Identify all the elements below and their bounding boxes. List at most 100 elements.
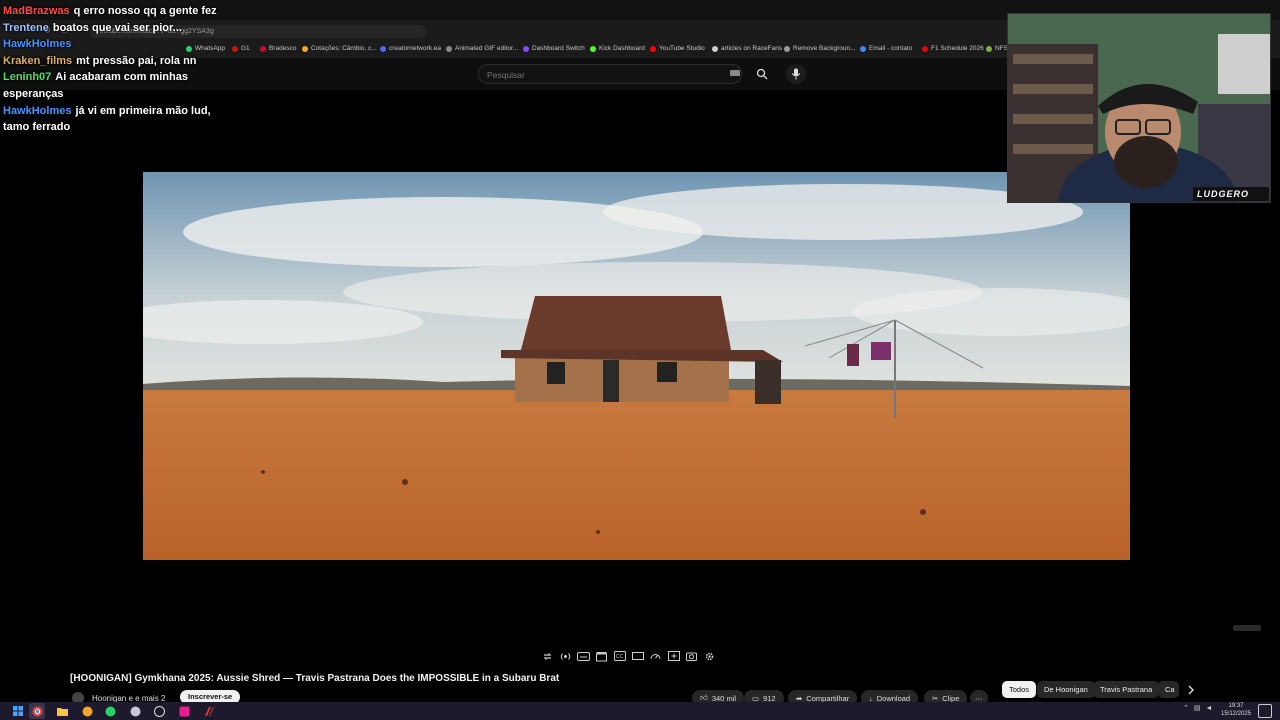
bookmark-label: Dashboard Switch	[532, 45, 585, 52]
chat-username: HawkHolmes	[3, 38, 72, 51]
loop-icon[interactable]	[540, 649, 555, 664]
bookmark-item[interactable]: creatornetwork.ea	[380, 45, 441, 52]
filter-chip[interactable]: Ca	[1158, 681, 1179, 698]
filter-chip[interactable]: De Hoonigan	[1037, 681, 1095, 698]
bookmark-favicon-icon	[986, 45, 992, 52]
chevron-up-icon[interactable]: ⌃	[1183, 704, 1189, 712]
bookmark-label: G1	[241, 45, 250, 52]
file-explorer-icon[interactable]	[54, 703, 70, 719]
captions-icon[interactable]: CC	[612, 649, 627, 664]
bookmark-item[interactable]: Animated GIF editor...	[446, 45, 518, 52]
webcam-feed	[1008, 14, 1270, 202]
taskbar	[0, 702, 1280, 720]
theater-mode-icon[interactable]	[630, 649, 645, 664]
bookmark-item[interactable]: Remove Backgroun...	[784, 45, 856, 52]
broadcast-icon[interactable]	[558, 649, 573, 664]
keyboard-icon[interactable]	[730, 70, 740, 76]
clapper-icon[interactable]	[594, 649, 609, 664]
bookmark-item[interactable]: articles on RaceFans	[712, 45, 782, 52]
chat-message: HawkHolmes já vi em primeira mão lud, tam…	[3, 103, 218, 136]
add-to-queue-icon[interactable]	[666, 649, 681, 664]
chat-message: Trentene boatos que vai ser pior...	[3, 20, 218, 37]
search-input[interactable]: Pesquisar	[478, 64, 742, 84]
bookmark-favicon-icon	[712, 45, 718, 52]
bookmark-item[interactable]: Cotações: Câmbio, c...	[302, 45, 377, 52]
bookmark-label: Cotações: Câmbio, c...	[311, 45, 377, 52]
clock-date: 15/12/2025	[1221, 711, 1252, 717]
chat-username: HawkHolmes	[3, 104, 72, 117]
chat-message: Kraken_films mt pressão pai, rola nn	[3, 53, 218, 70]
video-player[interactable]	[143, 172, 1130, 560]
bookmark-favicon-icon	[590, 45, 596, 52]
notification-center-icon[interactable]	[1258, 704, 1272, 718]
svg-text:CC: CC	[616, 654, 624, 660]
player-controls: CC	[540, 646, 717, 666]
chat-username: Leninh07	[3, 71, 52, 84]
video-watermark	[1233, 625, 1261, 631]
chat-message: HawkHolmes	[3, 36, 218, 53]
bookmark-favicon-icon	[260, 45, 266, 52]
filter-chip[interactable]: Todos	[1002, 681, 1037, 698]
chat-text: mt pressão pai, rola nn	[76, 54, 197, 67]
discord-icon[interactable]	[127, 703, 143, 719]
obs-icon[interactable]	[151, 703, 167, 719]
webcam-overlay	[1007, 13, 1271, 203]
settings-gear-icon[interactable]	[702, 649, 717, 664]
chat-message: Leninh07 Ai acabaram com minhas esperança…	[3, 69, 218, 102]
bookmark-label: F1 Schedule 2026	[931, 45, 984, 52]
speed-icon[interactable]	[648, 649, 663, 664]
system-tray: ⌃ ▤ ◄	[1183, 704, 1213, 713]
app-red-icon[interactable]	[201, 703, 217, 719]
network-icon[interactable]: ▤	[1194, 704, 1201, 712]
search-button[interactable]	[750, 64, 774, 84]
bookmark-favicon-icon	[922, 45, 928, 52]
bookmark-label: Bradesco	[269, 45, 297, 52]
bookmark-item[interactable]: Dashboard Switch	[523, 45, 585, 52]
chat-text: boatos que vai ser pior...	[52, 21, 182, 34]
clock-time: 19:37	[1228, 703, 1244, 709]
chat-text: q erro nosso qq a gente fez	[73, 5, 217, 17]
bookmark-item[interactable]: F1 Schedule 2026	[922, 45, 984, 52]
chat-message: MadBrazwas q erro nosso qq a gente fez	[3, 3, 218, 20]
chat-username: Kraken_films	[3, 54, 73, 67]
video-title: [HOONIGAN] Gymkhana 2025: Aussie Shred —…	[70, 673, 560, 684]
discord-alt-icon[interactable]	[79, 703, 95, 719]
voice-search-button[interactable]	[786, 64, 806, 84]
video-frame	[143, 172, 1130, 560]
bookmark-item[interactable]: G1	[232, 45, 250, 52]
volume-icon[interactable]: ◄	[1206, 705, 1213, 712]
microphone-icon	[791, 68, 801, 80]
bookmark-item[interactable]: YouTube Studio	[650, 45, 705, 52]
chat-username: MadBrazwas	[3, 5, 70, 17]
whatsapp-icon[interactable]	[102, 703, 118, 719]
taskbar-clock[interactable]: 19:37 15/12/2025	[1221, 702, 1251, 718]
bookmark-favicon-icon	[446, 45, 452, 52]
bookmark-favicon-icon	[860, 45, 866, 52]
app-pink-icon[interactable]	[176, 703, 192, 719]
bookmark-favicon-icon	[232, 45, 238, 52]
search-icon	[756, 68, 768, 80]
bookmark-label: articles on RaceFans	[721, 45, 783, 52]
bookmark-favicon-icon	[302, 45, 308, 52]
screenshot-icon[interactable]	[684, 649, 699, 664]
bookmark-item[interactable]: Email - contato	[860, 45, 912, 52]
filter-chip[interactable]: Travis Pastrana	[1093, 681, 1160, 698]
bookmark-item[interactable]: Kick Dashboard	[590, 45, 645, 52]
bookmark-favicon-icon	[784, 45, 790, 52]
chrome-icon[interactable]	[29, 703, 45, 719]
bookmark-label: Animated GIF editor...	[455, 45, 519, 52]
windows-start-icon[interactable]	[10, 703, 26, 719]
chat-username: Trentene	[3, 21, 49, 34]
bookmark-item[interactable]: NFS	[986, 45, 1008, 52]
bookmark-label: Email - contato	[869, 45, 913, 52]
bookmark-label: YouTube Studio	[659, 45, 705, 52]
bookmark-label: creatornetwork.ea	[389, 45, 442, 52]
chat-overlay: MadBrazwas q erro nosso qq a gente fez Tre…	[3, 3, 218, 136]
bookmark-favicon-icon	[380, 45, 386, 52]
bookmark-label: Remove Backgroun...	[793, 45, 856, 52]
bookmark-item[interactable]: Bradesco	[260, 45, 296, 52]
subtitles-settings-icon[interactable]	[576, 649, 591, 664]
bookmark-favicon-icon	[650, 45, 656, 52]
webcam-name-tag: LUDGERO	[1193, 187, 1269, 201]
chevron-right-icon[interactable]	[1184, 681, 1198, 698]
